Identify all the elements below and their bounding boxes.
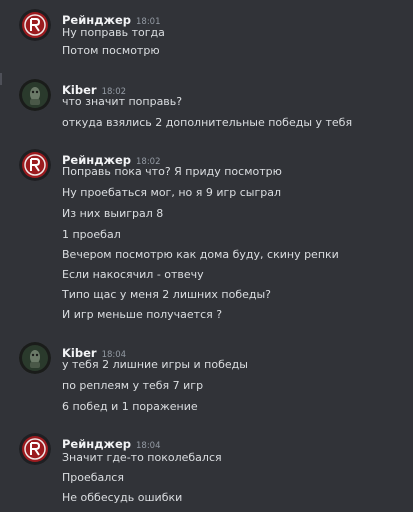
chat-messages: Рейнджер 18:01 Ну поправь тогда Потом пос… — [0, 0, 413, 512]
author-name[interactable]: Рейнджер — [62, 13, 131, 27]
author-name[interactable]: Рейнджер — [62, 437, 131, 451]
message-text: Типо щас у меня 2 лишних победы? — [62, 288, 271, 301]
unread-marker — [0, 73, 2, 85]
message-text: Потом посмотрю — [62, 44, 160, 57]
message-text: И игр меньше получается ? — [62, 308, 223, 321]
kiber-avatar-icon[interactable] — [19, 342, 51, 374]
kiber-avatar-icon[interactable] — [19, 79, 51, 111]
message-text: Не оббесудь ошибки — [62, 491, 183, 504]
message-text: что значит поправь? — [62, 95, 183, 108]
message-text: у тебя 2 лишние игры и победы — [62, 358, 248, 371]
timestamp: 18:04 — [136, 441, 161, 451]
ranger-avatar-icon[interactable] — [19, 9, 51, 41]
message-text: Значит где-то поколебался — [62, 451, 222, 464]
message-text: Из них выиграл 8 — [62, 207, 164, 220]
message-text: Ну поправь тогда — [62, 26, 165, 39]
message-text: Вечером посмотрю как дома буду, скину ре… — [62, 248, 339, 261]
message-text: Если накосячил - отвечу — [62, 268, 204, 281]
message-header: Рейнджер 18:04 — [62, 433, 161, 453]
message-text: по реплеям у тебя 7 игр — [62, 379, 204, 392]
message-text: откуда взялись 2 дополнительные победы у… — [62, 116, 353, 129]
ranger-avatar-icon[interactable] — [19, 149, 51, 181]
message-text: 6 побед и 1 поражение — [62, 400, 198, 413]
message-text: Поправь пока что? Я приду посмотрю — [62, 165, 282, 178]
message-text: 1 проебал — [62, 228, 121, 241]
ranger-avatar-icon[interactable] — [19, 433, 51, 465]
message-text: Ну проебаться мог, но я 9 игр сыграл — [62, 186, 282, 199]
message-text: Проебался — [62, 471, 124, 484]
